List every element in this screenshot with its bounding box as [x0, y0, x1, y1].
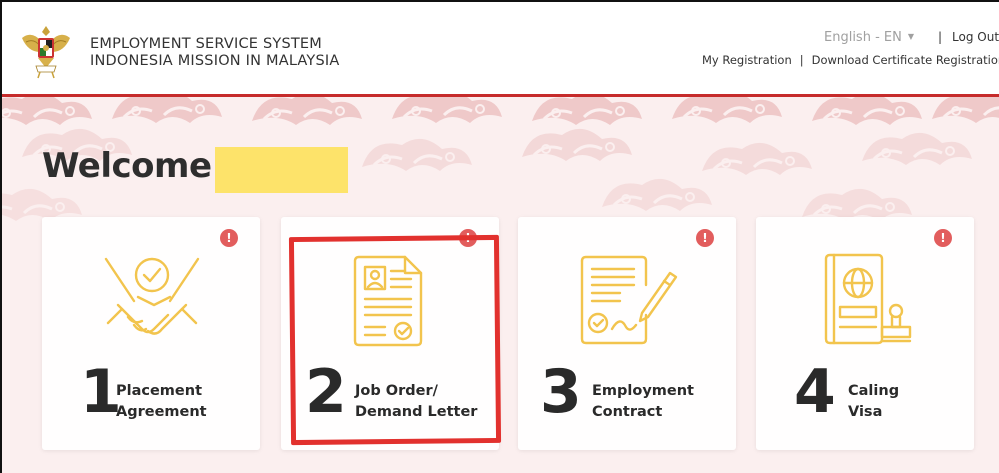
my-registration-link[interactable]: My Registration	[702, 53, 792, 67]
step-label: Placement Agreement	[116, 381, 207, 423]
page: EMPLOYMENT SERVICE SYSTEM INDONESIA MISS…	[0, 0, 999, 473]
step-label-line1: Employment	[592, 383, 694, 399]
alert-icon: !	[696, 229, 714, 247]
step-card-employment-contract[interactable]: ! 3 Employment Contract	[518, 217, 736, 450]
username-redaction	[215, 147, 348, 193]
passport-icon	[824, 253, 912, 345]
header: EMPLOYMENT SERVICE SYSTEM INDONESIA MISS…	[2, 2, 999, 97]
contract-icon	[580, 255, 678, 345]
step-label-line1: Placement	[116, 383, 203, 399]
brand-line-2: INDONESIA MISSION IN MALAYSIA	[90, 53, 340, 69]
language-select[interactable]: English - EN ▼	[824, 30, 914, 45]
step-label: Caling Visa	[848, 381, 899, 423]
step-label-line2: Contract	[592, 404, 663, 420]
highlight-annotation	[288, 234, 502, 446]
logout-link[interactable]: Log Out	[952, 30, 999, 44]
step-card-calling-visa[interactable]: ! 4 Caling Visa	[756, 217, 974, 450]
language-value: English - EN	[824, 30, 902, 45]
brand-title[interactable]: EMPLOYMENT SERVICE SYSTEM INDONESIA MISS…	[90, 36, 339, 70]
logout-group: | Log Out	[938, 30, 999, 44]
step-label-line1: Caling	[848, 383, 900, 399]
handshake-icon	[104, 257, 200, 335]
secondary-nav: My Registration | Download Certificate Reg…	[702, 53, 999, 67]
alert-icon: !	[220, 229, 238, 247]
download-certificate-link[interactable]: Download Certificate Registration	[812, 53, 999, 67]
brand-line-1: EMPLOYMENT SERVICE SYSTEM	[90, 36, 322, 52]
step-card-placement-agreement[interactable]: ! 1 Placement Agreement	[42, 217, 260, 450]
step-label: Employment Contract	[592, 381, 694, 423]
step-label-line2: Visa	[848, 404, 883, 420]
step-number: 4	[794, 357, 836, 427]
separator: |	[799, 53, 804, 67]
step-label-line2: Agreement	[116, 404, 207, 420]
welcome-heading: Welcome	[42, 146, 212, 186]
garuda-logo-icon[interactable]	[18, 22, 74, 80]
step-number: 3	[540, 357, 582, 427]
separator: |	[938, 30, 943, 44]
caret-down-icon: ▼	[907, 32, 914, 41]
alert-icon: !	[934, 229, 952, 247]
